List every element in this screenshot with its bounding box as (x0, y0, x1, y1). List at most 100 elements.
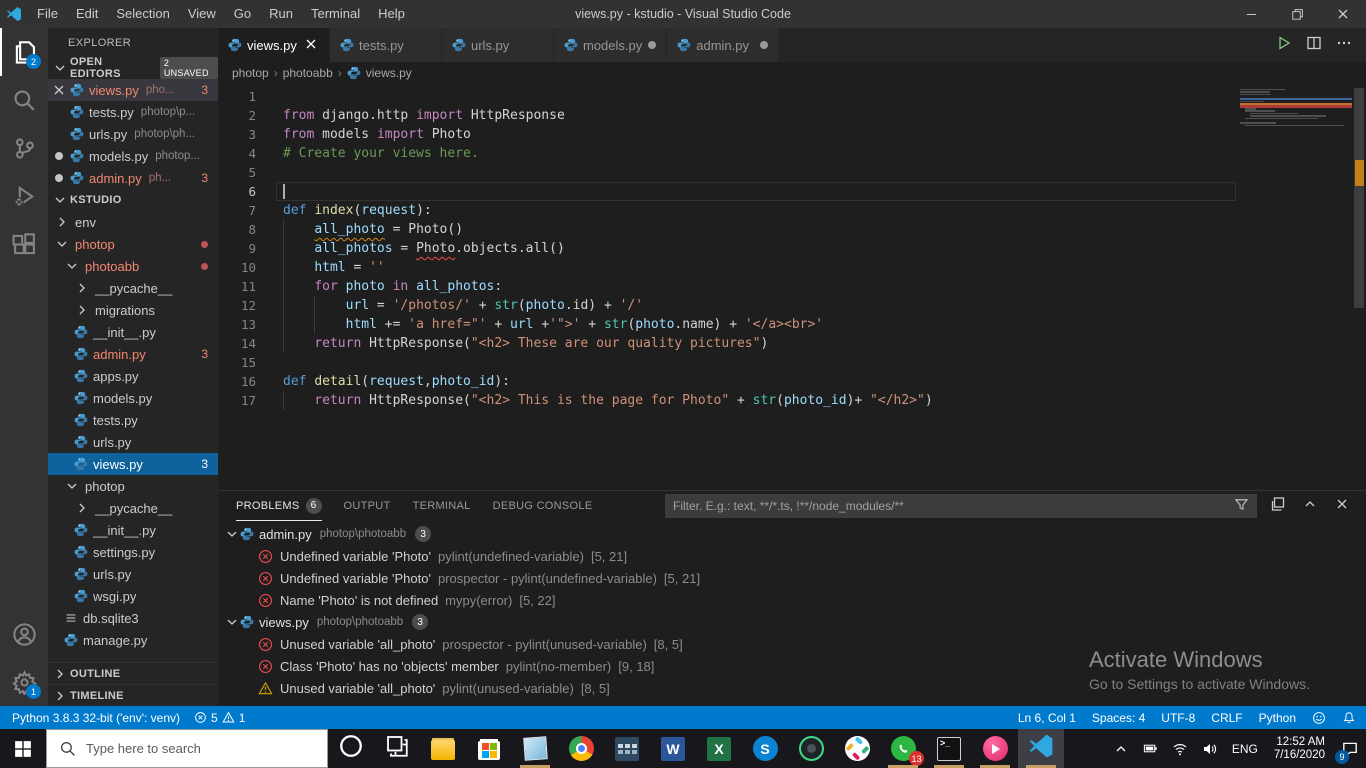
taskbar-chrome-button[interactable] (558, 729, 604, 768)
action-center-button[interactable]: 9 (1334, 729, 1366, 768)
tray-volume-icon[interactable] (1195, 729, 1225, 768)
open-editor-views.py[interactable]: views.py pho... 3 (48, 79, 218, 101)
tree-item-__pycache__[interactable]: __pycache__ (48, 277, 218, 299)
close-window-button[interactable] (1320, 0, 1366, 28)
code-line-2[interactable]: 2 from django.http import HttpResponse (218, 106, 1236, 125)
problem-item[interactable]: Class 'Photo' has no 'objects' member pyl… (218, 655, 1366, 677)
code-line-15[interactable]: 15 (218, 353, 1236, 372)
problem-item[interactable]: Undefined variable 'Photo' pylint(undefin… (218, 545, 1366, 567)
taskbar-task-view-button[interactable] (374, 729, 420, 768)
code-line-7[interactable]: 7 def index(request): (218, 201, 1236, 220)
open-in-editor-button[interactable] (1270, 496, 1286, 517)
problem-item[interactable]: Unused variable 'all_photo' pylint(unused… (218, 677, 1366, 699)
tree-item-tests.py[interactable]: tests.py (48, 409, 218, 431)
tree-item-models.py[interactable]: models.py (48, 387, 218, 409)
tray-language-button[interactable]: ENG (1225, 729, 1265, 768)
tab-views.py[interactable]: views.py (218, 28, 330, 62)
code-line-13[interactable]: 13 html += 'a href="' + url +'">' + str(… (218, 315, 1236, 334)
status-problems[interactable]: 51 (194, 711, 245, 725)
open-editor-tests.py[interactable]: tests.py photop\p... (48, 101, 218, 123)
filter-icon[interactable] (1234, 497, 1249, 515)
status-language[interactable]: Python (1259, 711, 1296, 725)
close-icon[interactable] (51, 82, 67, 98)
tab-admin.py[interactable]: admin.py (667, 28, 780, 62)
code-line-10[interactable]: 10 html = '' (218, 258, 1236, 277)
workspace-header[interactable]: KSTUDIO (48, 189, 218, 211)
tree-item-photop[interactable]: photop (48, 475, 218, 497)
menu-terminal[interactable]: Terminal (302, 0, 369, 28)
open-editor-urls.py[interactable]: urls.py photop\ph... (48, 123, 218, 145)
close-tab-icon[interactable] (303, 36, 319, 55)
status-eol[interactable]: CRLF (1211, 711, 1242, 725)
close-icon[interactable] (303, 36, 319, 52)
tree-item-views.py[interactable]: views.py 3 (48, 453, 218, 475)
activity-explorer[interactable]: 2 (0, 28, 48, 76)
taskbar-media-app-button[interactable] (972, 729, 1018, 768)
activity-source-control[interactable] (0, 124, 48, 172)
tree-item-urls.py[interactable]: urls.py (48, 563, 218, 585)
menu-view[interactable]: View (179, 0, 225, 28)
problem-item[interactable]: Name 'Photo' is not defined mypy(error) [5… (218, 589, 1366, 611)
code-line-5[interactable]: 5 (218, 163, 1236, 182)
modified-dot[interactable] (48, 152, 70, 160)
feedback-smiley-button[interactable] (1312, 711, 1326, 725)
status-cursor-position[interactable]: Ln 6, Col 1 (1018, 711, 1076, 725)
notifications-bell-button[interactable] (1342, 711, 1356, 725)
tab-models.py[interactable]: models.py (554, 28, 668, 62)
tree-item-photop[interactable]: photop (48, 233, 218, 255)
tree-item-wsgi.py[interactable]: wsgi.py (48, 585, 218, 607)
maximize-panel-button[interactable] (1302, 496, 1318, 517)
split-editor-button[interactable] (1306, 35, 1322, 56)
activity-account[interactable] (0, 610, 48, 658)
tab-urls.py[interactable]: urls.py (442, 28, 554, 62)
tree-item-migrations[interactable]: migrations (48, 299, 218, 321)
menu-edit[interactable]: Edit (67, 0, 107, 28)
code-line-16[interactable]: 16 def detail(request,photo_id): (218, 372, 1236, 391)
filter-icon[interactable] (1234, 497, 1249, 512)
code-line-17[interactable]: 17 return HttpResponse("<h2> This is the… (218, 391, 1236, 410)
menu-help[interactable]: Help (369, 0, 414, 28)
tab-tests.py[interactable]: tests.py (330, 28, 442, 62)
open-editor-admin.py[interactable]: admin.py ph... 3 (48, 167, 218, 189)
taskbar-photos-button[interactable] (512, 729, 558, 768)
code-line-4[interactable]: 4 # Create your views here. (218, 144, 1236, 163)
code-line-11[interactable]: 11 for photo in all_photos: (218, 277, 1236, 296)
code-line-14[interactable]: 14 return HttpResponse("<h2> These are o… (218, 334, 1236, 353)
open-editors-header[interactable]: OPEN EDITORS 2 UNSAVED (48, 56, 218, 80)
problems-filter-input[interactable]: Filter. E.g.: text, **/*.ts, !**/node_mo… (665, 494, 1257, 518)
problem-item[interactable]: Unused variable 'all_photo' prospector - … (218, 633, 1366, 655)
activity-settings[interactable]: 1 (0, 658, 48, 706)
status-indentation[interactable]: Spaces: 4 (1092, 711, 1145, 725)
activity-run-debug[interactable] (0, 172, 48, 220)
taskbar-ms-store-button[interactable] (466, 729, 512, 768)
panel-tab-problems[interactable]: PROBLEMS 6 (236, 491, 322, 521)
section-outline[interactable]: OUTLINE (48, 662, 218, 684)
menu-run[interactable]: Run (260, 0, 302, 28)
start-button[interactable] (0, 729, 46, 768)
tree-item-__pycache__[interactable]: __pycache__ (48, 497, 218, 519)
more-actions-button[interactable] (1336, 35, 1352, 56)
code-line-6[interactable]: 6 (218, 182, 1236, 201)
code-line-8[interactable]: 8 all_photo = Photo() (218, 220, 1236, 239)
breadcrumb-photop[interactable]: photop (232, 66, 269, 80)
status-encoding[interactable]: UTF-8 (1161, 711, 1195, 725)
tree-item-admin.py[interactable]: admin.py 3 (48, 343, 218, 365)
taskbar-search-input[interactable]: Type here to search (46, 729, 328, 768)
taskbar-whatsapp-button[interactable]: 13 (880, 729, 926, 768)
taskbar-word-button[interactable]: W (650, 729, 696, 768)
tree-item-db.sqlite3[interactable]: db.sqlite3 (48, 607, 218, 629)
minimize-button[interactable] (1228, 0, 1274, 28)
open-editor-models.py[interactable]: models.py photop... (48, 145, 218, 167)
tray-battery-icon[interactable] (1136, 729, 1165, 768)
editor-scrollbar[interactable] (1352, 84, 1366, 490)
tree-item-settings.py[interactable]: settings.py (48, 541, 218, 563)
breadcrumb-views.py[interactable]: views.py (347, 66, 412, 80)
taskbar-cortana-button[interactable] (328, 729, 374, 768)
panel-tab-output[interactable]: OUTPUT (344, 491, 391, 521)
restore-button[interactable] (1274, 0, 1320, 28)
close-editor-icon[interactable] (48, 82, 70, 98)
menu-file[interactable]: File (28, 0, 67, 28)
activity-extensions[interactable] (0, 220, 48, 268)
run-file-button[interactable] (1276, 35, 1292, 56)
menu-selection[interactable]: Selection (107, 0, 178, 28)
